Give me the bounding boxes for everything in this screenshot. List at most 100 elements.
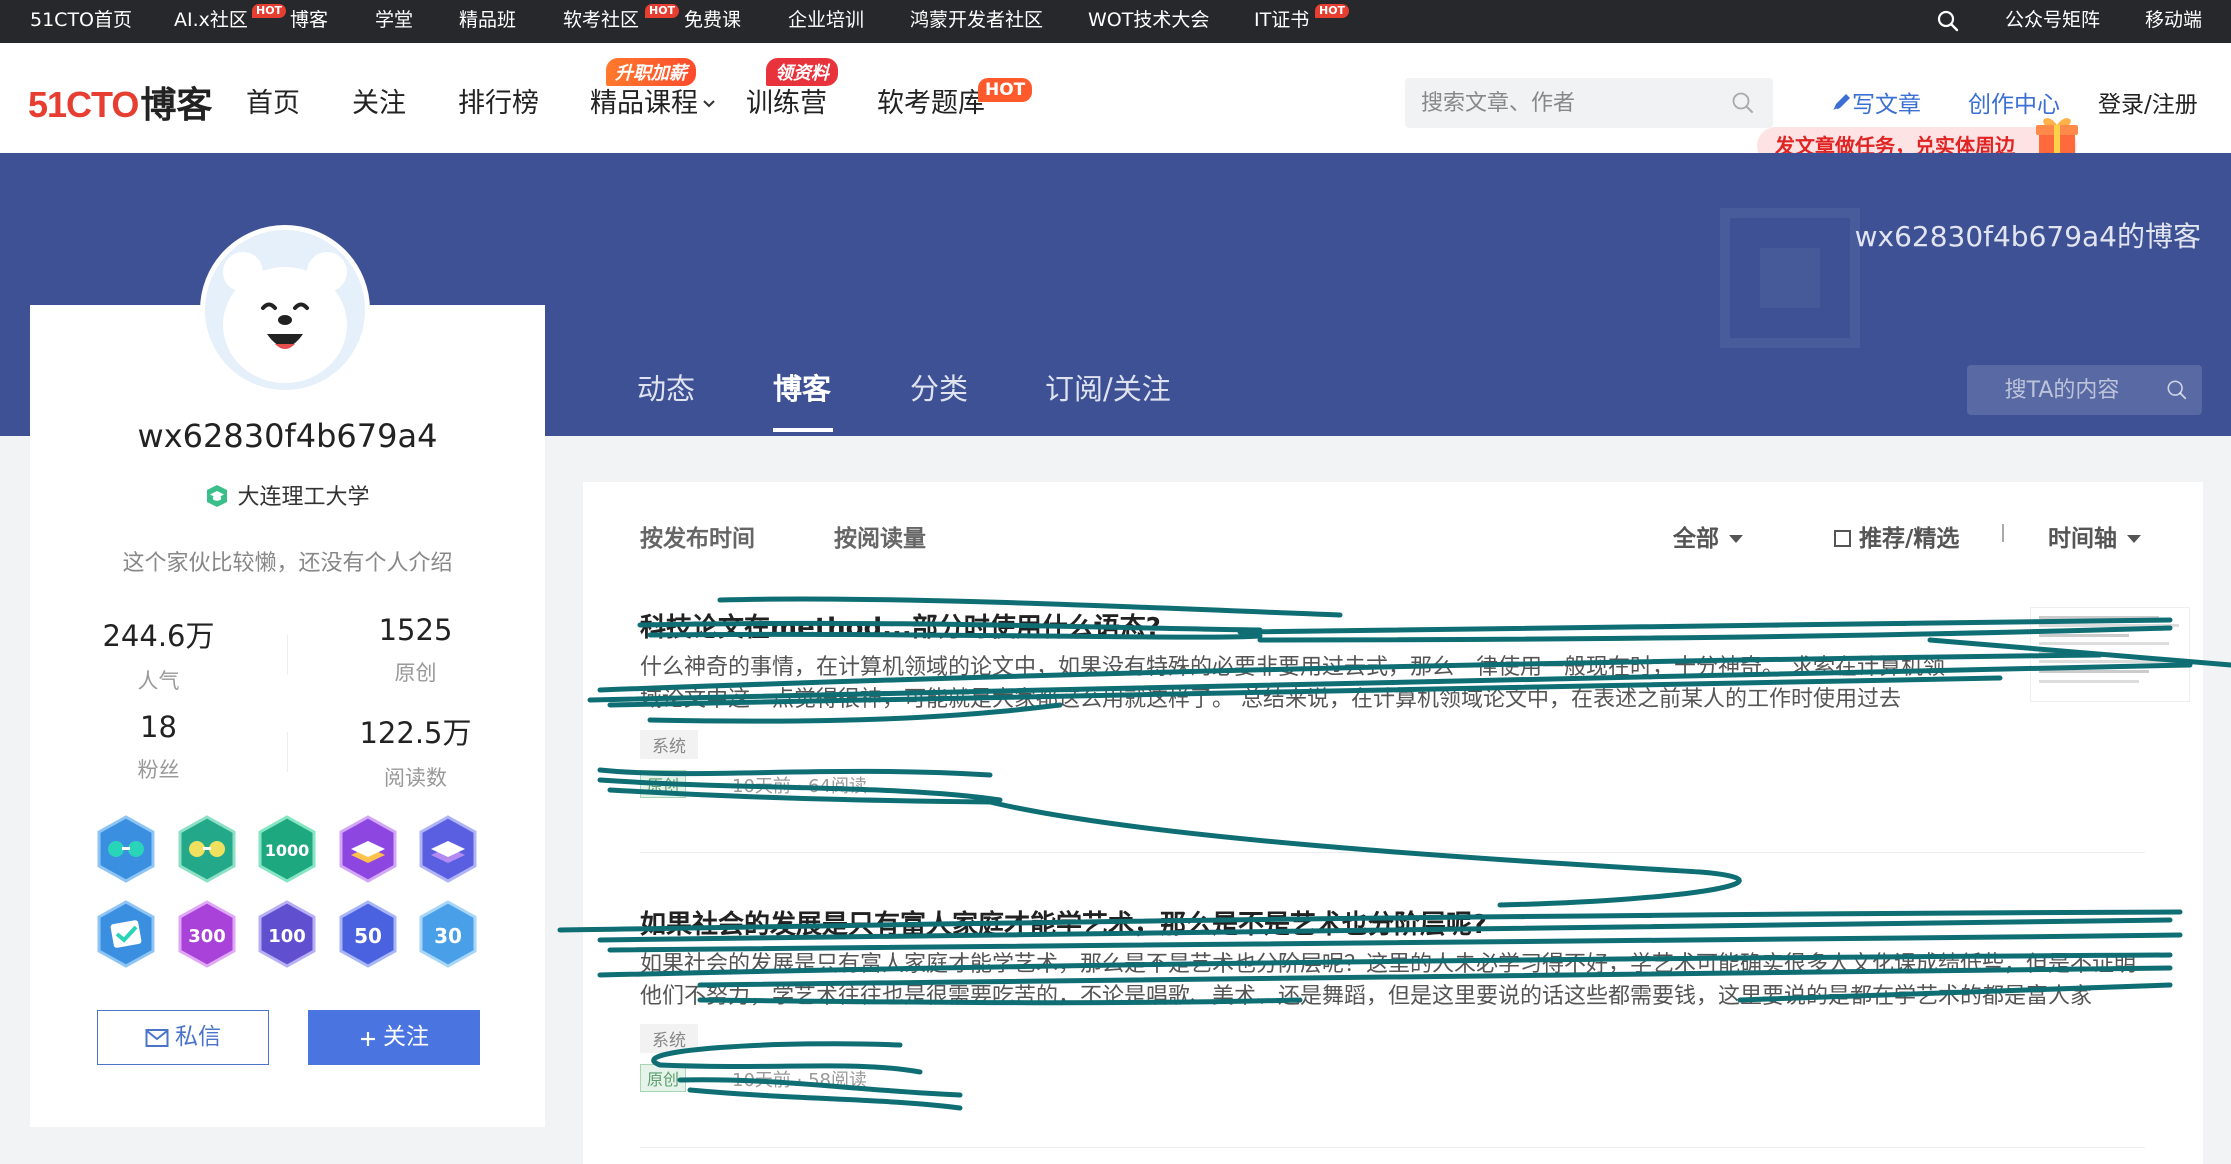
article-item[interactable]: 如果社会的发展是只有富人家庭才能学艺术，那么是不是艺术也分阶层呢? 如果社会的发… (640, 904, 2145, 1094)
nav-ruankao-question-bank[interactable]: 软考题库 (877, 81, 985, 120)
topbar-link-enterprise-training[interactable]: 企业培训 (788, 0, 864, 43)
site-logo[interactable]: 51CTO博客 (28, 76, 212, 128)
nav-following[interactable]: 关注 (352, 81, 406, 120)
username: wx62830f4b679a4 (137, 417, 438, 455)
timeline-dropdown[interactable]: 时间轴 (2048, 519, 2141, 553)
reads-1000-badge-icon[interactable]: 1000 (256, 815, 318, 883)
header-search (1405, 78, 1773, 128)
caret-down-icon (1729, 535, 1743, 543)
login-register-link[interactable]: 登录/注册 (2098, 85, 2198, 119)
badge-number: 1000 (265, 841, 310, 860)
book-badge-icon[interactable] (417, 815, 479, 883)
private-message-label: 私信 (175, 1024, 221, 1050)
topbar-link-harmony-dev[interactable]: 鸿蒙开发者社区 (910, 0, 1043, 43)
article-item[interactable]: 科技论文在method...部分时使用什么语态? 什么神奇的事情，在计算机领域的… (640, 607, 2190, 798)
author-content-search-input[interactable] (1967, 365, 2157, 415)
topbar-link-mobile[interactable]: 移动端 (2145, 0, 2202, 43)
topbar-link-ai-community[interactable]: AI.x社区 (174, 0, 248, 43)
sort-by-publish-time[interactable]: 按发布时间 (640, 519, 755, 553)
article-tag[interactable]: 系统 (640, 1024, 698, 1053)
topbar-link-51cto-home[interactable]: 51CTO首页 (30, 0, 132, 43)
pen-icon (1832, 94, 1850, 112)
posts-300-badge-icon[interactable]: 300 (176, 900, 238, 968)
mail-icon (145, 1029, 169, 1047)
article-separator (640, 852, 2145, 853)
school-name: 大连理工大学 (237, 485, 370, 510)
article-separator (640, 1147, 2145, 1148)
header-search-input[interactable] (1421, 78, 1721, 128)
site-header: 51CTO博客 首页 关注 排行榜 精品课程 升职加薪 训练营 领资料 软考题库… (0, 43, 2231, 165)
write-article-link[interactable]: 写文章 (1830, 85, 1921, 119)
plus-icon (361, 1032, 375, 1046)
checkbox-icon (1834, 530, 1851, 547)
top-navigation-bar: 51CTO首页 AI.x社区 HOT 博客 学堂 精品班 软考社区 HOT 免费… (0, 0, 2231, 43)
private-message-button[interactable]: 私信 (97, 1010, 269, 1065)
user-bio: 这个家伙比较懒，还没有个人介绍 (122, 551, 453, 576)
nav-premium-courses[interactable]: 精品课程 (590, 81, 716, 120)
article-tag[interactable]: 系统 (640, 730, 698, 759)
stat-value: 244.6万 (102, 619, 215, 653)
stat-value: 1525 (378, 613, 453, 647)
topbar-link-academy[interactable]: 学堂 (375, 0, 413, 43)
tab-activity[interactable]: 动态 (637, 366, 695, 408)
nav-ranking[interactable]: 排行榜 (458, 81, 539, 120)
topbar-link-wot-conference[interactable]: WOT技术大会 (1088, 0, 1209, 43)
recommended-filter-checkbox[interactable]: 推荐/精选 (1834, 519, 1959, 553)
stat-label: 阅读数 (384, 766, 447, 790)
chevron-down-icon (703, 100, 715, 108)
stat-original-posts[interactable]: 1525 原创 (287, 613, 544, 687)
filter-all-dropdown[interactable]: 全部 (1673, 519, 1743, 553)
topbar-link-official-accounts[interactable]: 公众号矩阵 (2005, 0, 2100, 43)
article-title[interactable]: 如果社会的发展是只有富人家庭才能学艺术，那么是不是艺术也分阶层呢? (640, 904, 1487, 941)
nav-training-camp[interactable]: 训练营 (746, 81, 827, 120)
stat-label: 原创 (394, 661, 437, 685)
stat-followers[interactable]: 18 粉丝 (30, 710, 287, 784)
avatar[interactable] (200, 225, 370, 395)
follow-button[interactable]: 关注 (308, 1010, 480, 1065)
search-icon[interactable] (1731, 91, 1755, 115)
search-icon[interactable] (1936, 9, 1960, 33)
hot-badge: HOT (645, 4, 680, 18)
glasses-badge-icon[interactable] (95, 815, 157, 883)
checkmark-badge-icon[interactable] (95, 900, 157, 968)
author-content-search (1967, 365, 2202, 415)
article-meta: 10天前 · 58阅读 (732, 1070, 867, 1091)
nav-home[interactable]: 首页 (246, 81, 300, 120)
original-badge: 原创 (640, 770, 687, 798)
nav-badge-materials: 领资料 (766, 58, 838, 86)
glasses-badge-icon[interactable] (176, 815, 238, 883)
original-badge: 原创 (640, 1064, 687, 1092)
stat-reads: 122.5万 阅读数 (287, 710, 544, 792)
sort-by-reads[interactable]: 按阅读量 (834, 519, 926, 553)
search-icon[interactable] (2166, 379, 2188, 401)
stat-label: 粉丝 (137, 758, 180, 782)
book-badge-icon[interactable] (337, 815, 399, 883)
tab-categories[interactable]: 分类 (910, 366, 968, 408)
article-title[interactable]: 科技论文在method...部分时使用什么语态? (640, 607, 1161, 644)
article-thumbnail[interactable] (2030, 607, 2190, 702)
school-affiliation: 大连理工大学 (30, 479, 545, 511)
posts-50-badge-icon[interactable]: 50 (337, 900, 399, 968)
tab-blog[interactable]: 博客 (773, 366, 831, 408)
timeline-label: 时间轴 (2048, 526, 2117, 552)
posts-100-badge-icon[interactable]: 100 (256, 900, 318, 968)
article-meta: 10天前 · 64阅读 (732, 776, 867, 797)
topbar-link-it-certificate[interactable]: IT证书 (1254, 0, 1309, 43)
article-summary: 什么神奇的事情，在计算机领域的论文中，如果没有特殊的必要非要用过去式，那么一律使… (640, 655, 1945, 712)
posts-30-badge-icon[interactable]: 30 (417, 900, 479, 968)
write-article-label: 写文章 (1852, 92, 1921, 118)
topbar-link-blog[interactable]: 博客 (290, 0, 328, 43)
blog-title: wx62830f4b679a4的博客 (1854, 220, 2201, 253)
hot-badge: HOT (252, 4, 287, 18)
topbar-link-free-courses[interactable]: 免费课 (684, 0, 741, 43)
logo-text: 51CTO (28, 84, 139, 125)
topbar-link-ruankao-community[interactable]: 软考社区 (563, 0, 639, 43)
topbar-link-premium-class[interactable]: 精品班 (459, 0, 516, 43)
caret-down-icon (2127, 535, 2141, 543)
recommended-label: 推荐/精选 (1859, 526, 1960, 552)
badge-number: 50 (354, 924, 382, 948)
document-preview-image (2039, 616, 2179, 683)
filter-divider (2002, 524, 2004, 542)
polar-bear-avatar-image (205, 230, 365, 390)
tab-subscriptions[interactable]: 订阅/关注 (1045, 366, 1171, 408)
